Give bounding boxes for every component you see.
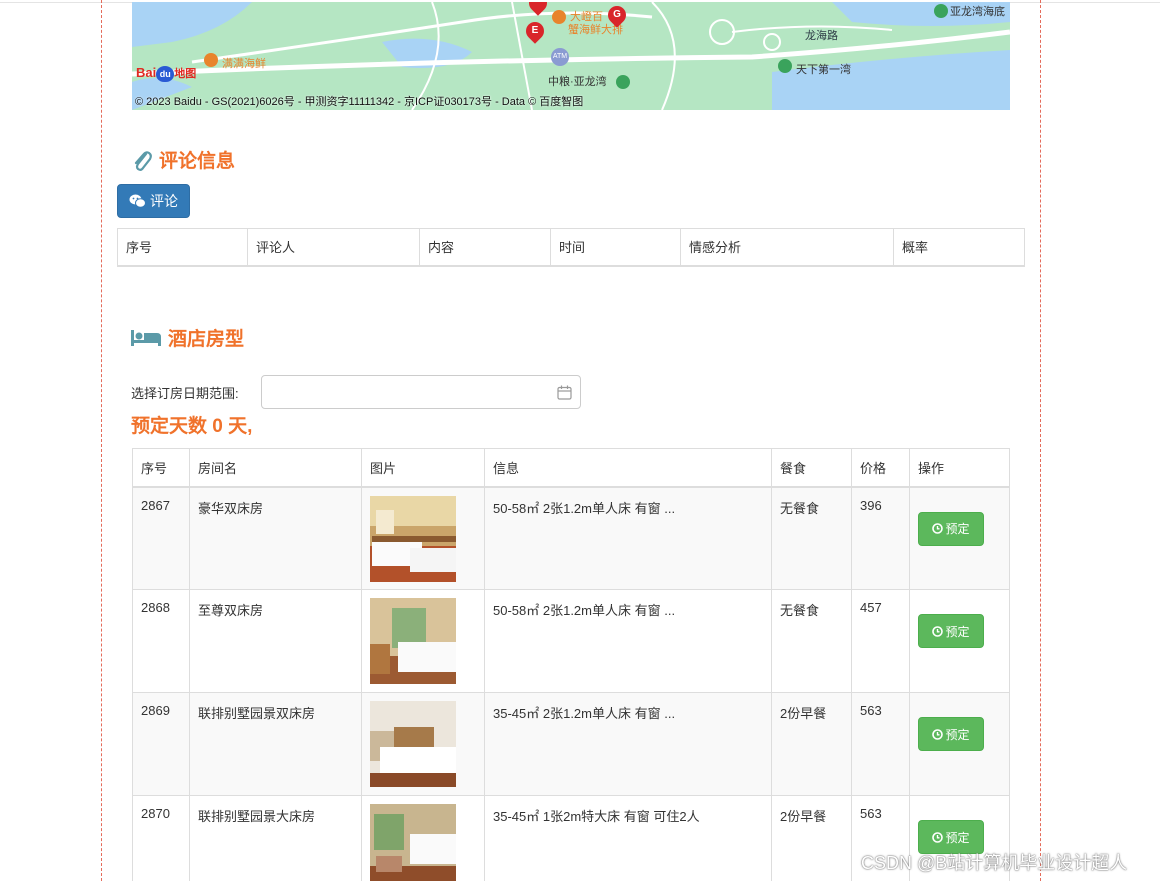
restaurant-poi-icon[interactable] xyxy=(204,53,218,67)
col-header-index: 序号 xyxy=(132,448,190,488)
scenic-poi-icon-2[interactable] xyxy=(778,59,792,73)
col-header-info: 信息 xyxy=(484,448,772,488)
comments-title: 评论信息 xyxy=(159,151,236,172)
poi-label-tianxia[interactable]: 天下第一湾 xyxy=(796,61,851,77)
rooms-table: 序号 房间名 图片 信息 餐食 价格 操作 2867 豪华双床房 50-58㎡ … xyxy=(132,448,1010,881)
col-header-content: 内容 xyxy=(419,228,551,267)
atm-icon[interactable]: ATM xyxy=(551,48,569,66)
col-header-commenter: 评论人 xyxy=(247,228,420,267)
room-photo[interactable] xyxy=(370,495,456,582)
poi-label-bay[interactable]: 亚龙湾海底 xyxy=(950,3,1005,19)
room-id: 2869 xyxy=(132,692,190,796)
date-range-label: 选择订房日期范围: xyxy=(131,386,239,401)
comments-table: 序号 评论人 内容 时间 情感分析 概率 xyxy=(117,228,1025,267)
book-button[interactable]: 预定 xyxy=(918,511,984,546)
book-button[interactable]: 预定 xyxy=(918,614,984,648)
date-range-input[interactable] xyxy=(262,376,542,408)
room-info: 50-58㎡ 2张1.2m单人床 有窗 ... xyxy=(484,589,772,693)
clock-icon xyxy=(932,523,944,534)
col-header-sentiment: 情感分析 xyxy=(680,228,894,267)
col-header-index: 序号 xyxy=(117,228,248,267)
scenic-poi-icon-3[interactable] xyxy=(616,75,630,89)
rooms-title: 酒店房型 xyxy=(168,329,245,350)
paperclip-icon xyxy=(134,150,152,171)
road-label: 龙海路 xyxy=(805,30,838,42)
book-button[interactable]: 预定 xyxy=(918,717,984,751)
room-name: 联排别墅园景双床房 xyxy=(189,692,362,796)
col-header-room-name: 房间名 xyxy=(189,448,362,488)
col-header-image: 图片 xyxy=(361,448,485,488)
comment-button-label: 评论 xyxy=(150,193,178,209)
clock-icon xyxy=(932,728,944,740)
baidu-map-logo: Bai du 地图 xyxy=(136,65,197,82)
room-photo[interactable] xyxy=(370,804,456,881)
scenic-poi-icon[interactable] xyxy=(934,4,948,18)
room-info: 35-45㎡ 2张1.2m单人床 有窗 ... xyxy=(484,692,772,796)
wechat-icon xyxy=(129,194,146,208)
room-photo[interactable] xyxy=(370,598,456,684)
csdn-watermark: CSDN @B站计算机毕业设计超人 xyxy=(861,853,1128,873)
rooms-heading: 酒店房型 xyxy=(131,324,244,351)
col-header-action: 操作 xyxy=(909,448,1010,488)
comment-button[interactable]: 评论 xyxy=(117,184,190,218)
room-id: 2867 xyxy=(132,486,190,590)
comments-heading: 评论信息 xyxy=(131,146,235,173)
room-name: 至尊双床房 xyxy=(189,589,362,693)
poi-label-zhongliang[interactable]: 中粮·亚龙湾 xyxy=(548,73,607,89)
map-copyright: © 2023 Baidu - GS(2021)6026号 - 甲测资字11111… xyxy=(135,96,584,108)
room-meal: 2份早餐 xyxy=(771,795,852,881)
room-price: 396 xyxy=(851,486,910,590)
map-marker-e[interactable]: E xyxy=(522,18,548,44)
room-price: 563 xyxy=(851,692,910,796)
room-id: 2870 xyxy=(132,795,190,881)
room-price: 457 xyxy=(851,589,910,693)
table-row: 2868 至尊双床房 50-58㎡ 2张1.2m单人床 有窗 ... 无餐食 4… xyxy=(132,589,1010,693)
clock-icon xyxy=(932,831,944,843)
col-header-meal: 餐食 xyxy=(771,448,852,488)
room-info: 35-45㎡ 1张2m特大床 有窗 可住2人 xyxy=(484,795,772,881)
table-row: 2869 联排别墅园景双床房 35-45㎡ 2张1.2m单人床 有窗 ... 2… xyxy=(132,692,1010,796)
room-photo[interactable] xyxy=(370,701,456,787)
room-id: 2868 xyxy=(132,589,190,693)
col-header-probability: 概率 xyxy=(893,228,1025,267)
col-header-price: 价格 xyxy=(851,448,910,488)
shopping-poi-icon[interactable] xyxy=(552,10,566,24)
poi-label-seafood[interactable]: 满满海鲜 xyxy=(222,55,266,71)
baidu-paw-icon: du xyxy=(156,65,175,82)
col-header-time: 时间 xyxy=(550,228,681,267)
bed-icon xyxy=(131,329,161,346)
room-meal: 无餐食 xyxy=(771,589,852,693)
date-range-picker[interactable] xyxy=(261,375,581,409)
calendar-icon[interactable] xyxy=(557,385,572,400)
table-row: 2867 豪华双床房 50-58㎡ 2张1.2m单人床 有窗 ... 无餐食 3… xyxy=(132,486,1010,590)
booking-days-text: 预定天数 0 天, xyxy=(131,416,253,437)
room-name: 联排别墅园景大床房 xyxy=(189,795,362,881)
clock-icon xyxy=(932,625,944,637)
room-meal: 2份早餐 xyxy=(771,692,852,796)
map-marker-g[interactable]: G xyxy=(604,2,630,28)
room-meal: 无餐食 xyxy=(771,486,852,590)
room-name: 豪华双床房 xyxy=(189,486,362,590)
baidu-map[interactable]: 满满海鲜 大嶝百 蟹海鲜大排 E G ATM 龙海路 亚龙湾海底 天下第一湾 中… xyxy=(132,2,1010,110)
room-info: 50-58㎡ 2张1.2m单人床 有窗 ... xyxy=(484,486,772,590)
